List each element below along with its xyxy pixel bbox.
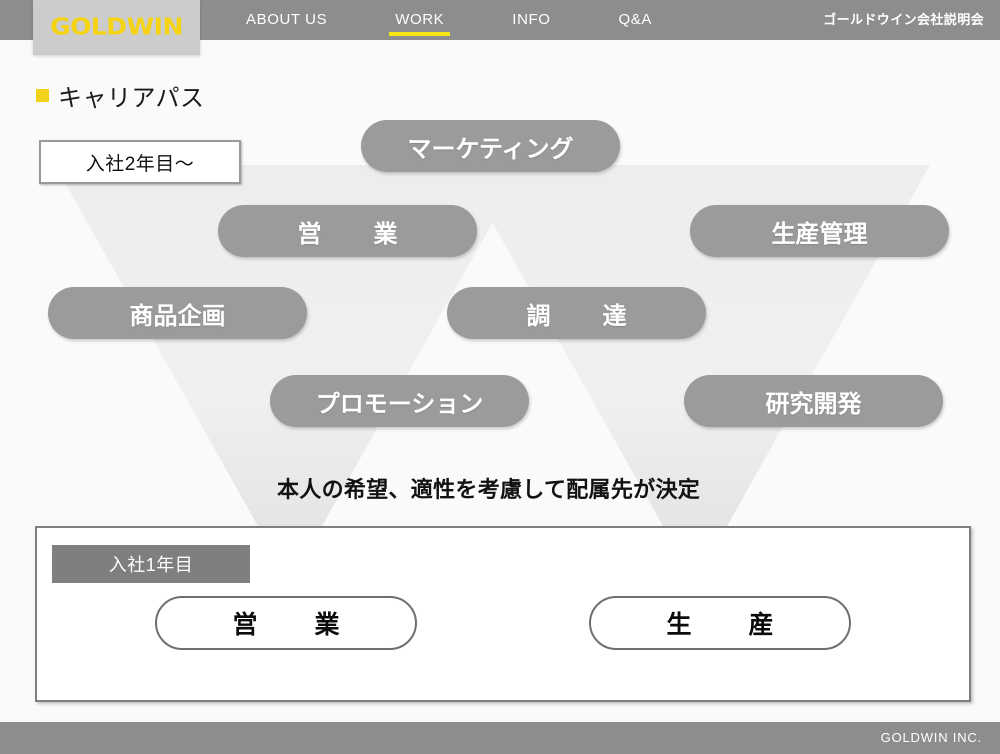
role-pill-label: 調 達	[526, 302, 641, 330]
footer-company-name: GOLDWIN INC.	[880, 730, 982, 745]
assignment-decision-note: 本人の希望、適性を考慮して配属先が決定	[277, 477, 701, 502]
role-pill-product-planning[interactable]: 商品企画	[48, 287, 307, 339]
role-pill-label: 生産管理	[771, 220, 868, 248]
role-pill-label: プロモーション	[315, 390, 484, 418]
nav-item-label: ABOUT US	[246, 11, 328, 28]
year2-label-text: 入社2年目～	[85, 153, 195, 175]
role-pill-production-management[interactable]: 生産管理	[690, 205, 949, 257]
bullet-square-icon	[36, 89, 49, 102]
role-pill-promotion[interactable]: プロモーション	[270, 375, 529, 427]
nav-item-label: WORK	[395, 11, 445, 28]
role-pill-marketing[interactable]: マーケティング	[361, 120, 620, 172]
year2-label-box: 入社2年目～	[39, 140, 241, 184]
role-pill-research-development[interactable]: 研究開発	[684, 375, 943, 427]
nav-item-work[interactable]: WORK	[389, 0, 451, 40]
role-pill-procurement[interactable]: 調 達	[447, 287, 706, 339]
goldwin-logo: GOLDWIN	[50, 13, 183, 40]
year1-label-text: 入社1年目	[108, 555, 194, 575]
nav-item-qa[interactable]: Q&A	[613, 0, 658, 40]
nav-item-label: INFO	[512, 11, 551, 28]
logo-plate[interactable]: GOLDWIN	[33, 0, 200, 55]
role-pill-sales[interactable]: 営 業	[218, 205, 477, 257]
role-pill-label: 営 業	[297, 220, 412, 248]
footer-bar: GOLDWIN INC.	[0, 722, 1000, 754]
year1-pill-production[interactable]: 生 産	[589, 596, 851, 650]
year1-pill-label: 生 産	[666, 611, 790, 639]
role-pill-label: 研究開発	[765, 390, 862, 418]
year1-label: 入社1年目	[52, 545, 250, 583]
year1-box: 入社1年目 営 業 生 産	[35, 526, 971, 702]
seminar-title: ゴールドウイン会社説明会	[823, 12, 984, 27]
role-pill-label: マーケティング	[407, 135, 574, 163]
year1-pill-sales[interactable]: 営 業	[155, 596, 417, 650]
nav-menu: ABOUT US WORK INFO Q&A	[240, 0, 658, 40]
slide-canvas: キャリアパス 入社2年目～ マーケティング 営 業 生産管理 商品企画 調 達 …	[0, 40, 1000, 722]
role-pill-label: 商品企画	[129, 302, 226, 330]
page-title: キャリアパス	[36, 78, 205, 113]
active-tab-underline	[389, 32, 451, 36]
nav-item-label: Q&A	[618, 11, 653, 28]
nav-item-info[interactable]: INFO	[506, 0, 556, 40]
year1-pill-label: 営 業	[232, 611, 356, 639]
page-title-label: キャリアパス	[58, 85, 205, 112]
nav-item-about-us[interactable]: ABOUT US	[240, 0, 333, 40]
